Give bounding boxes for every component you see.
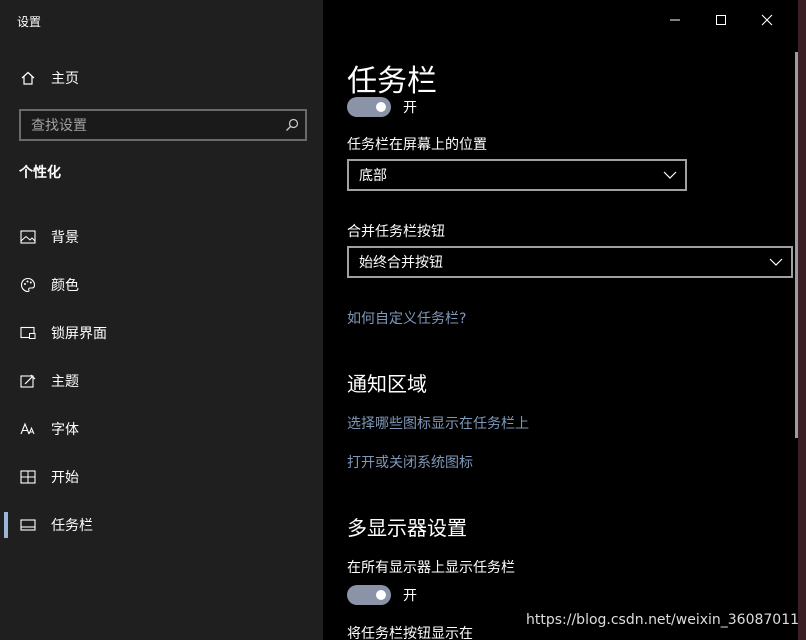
toggle-knob: [376, 102, 386, 112]
customize-taskbar-link[interactable]: 如何自定义任务栏?: [347, 308, 466, 328]
sidebar-item-colors[interactable]: 颜色: [0, 261, 323, 309]
notification-area-heading: 通知区域: [347, 372, 427, 396]
watermark: https://blog.csdn.net/weixin_36087011: [526, 612, 800, 628]
window-controls: [652, 0, 790, 40]
start-icon: [19, 468, 37, 486]
combine-label: 合并任务栏按钮: [347, 224, 445, 240]
sidebar-item-label: 任务栏: [51, 518, 93, 534]
position-dropdown[interactable]: 底部: [347, 159, 687, 191]
window-right-edge: [798, 0, 806, 640]
home-icon: [17, 67, 39, 89]
theme-icon: [19, 372, 37, 390]
sidebar-item-label: 颜色: [51, 278, 79, 294]
search-input[interactable]: 查找设置: [21, 115, 279, 135]
combine-dropdown[interactable]: 始终合并按钮: [347, 246, 793, 278]
taskbar-toggle-row: 开: [347, 97, 417, 117]
sidebar-item-label: 背景: [51, 230, 79, 246]
taskbar-icon: [19, 516, 37, 534]
sidebar: 设置 主页 查找设置 个性化 背景 颜色 锁屏界面 主题 字体 开始 任务栏: [0, 0, 323, 640]
taskbar-toggle[interactable]: [347, 97, 391, 117]
multi-display-toggle[interactable]: [347, 585, 391, 605]
section-title: 个性化: [19, 165, 61, 181]
sidebar-item-lockscreen[interactable]: 锁屏界面: [0, 309, 323, 357]
sidebar-nav: 背景 颜色 锁屏界面 主题 字体 开始 任务栏: [0, 213, 323, 549]
sidebar-item-background[interactable]: 背景: [0, 213, 323, 261]
main-content: 任务栏 开 任务栏在屏幕上的位置 底部 合并任务栏按钮 始终合并按钮 如何自定义…: [323, 0, 798, 640]
search-box[interactable]: 查找设置: [19, 109, 307, 141]
lock-screen-icon: [19, 324, 37, 342]
page-title: 任务栏: [347, 64, 437, 99]
maximize-icon: [715, 11, 727, 30]
multi-display-heading: 多显示器设置: [347, 516, 467, 540]
minimize-button[interactable]: [652, 0, 698, 40]
close-button[interactable]: [744, 0, 790, 40]
home-nav-item[interactable]: 主页: [17, 64, 307, 92]
toggle-state-label: 开: [403, 100, 417, 116]
position-dropdown-value: 底部: [359, 168, 387, 184]
select-icons-link[interactable]: 选择哪些图标显示在任务栏上: [347, 413, 529, 433]
position-label: 任务栏在屏幕上的位置: [347, 137, 487, 153]
sidebar-item-label: 开始: [51, 470, 79, 486]
chevron-down-icon: [761, 258, 791, 266]
toggle-knob: [376, 590, 386, 600]
picture-icon: [19, 228, 37, 246]
sidebar-item-taskbar[interactable]: 任务栏: [0, 501, 323, 549]
multi-display-toggle-row: 开: [347, 585, 417, 605]
sidebar-item-label: 主题: [51, 374, 79, 390]
show-buttons-on-label: 将任务栏按钮显示在: [347, 626, 473, 640]
palette-icon: [19, 276, 37, 294]
search-icon[interactable]: [279, 112, 305, 138]
minimize-icon: [669, 11, 681, 30]
sidebar-item-themes[interactable]: 主题: [0, 357, 323, 405]
system-icons-link[interactable]: 打开或关闭系统图标: [347, 452, 473, 472]
sidebar-item-label: 锁屏界面: [51, 326, 107, 342]
sidebar-item-start[interactable]: 开始: [0, 453, 323, 501]
show-all-displays-label: 在所有显示器上显示任务栏: [347, 560, 515, 576]
sidebar-item-fonts[interactable]: 字体: [0, 405, 323, 453]
home-label: 主页: [51, 71, 79, 87]
chevron-down-icon: [655, 171, 685, 179]
combine-dropdown-value: 始终合并按钮: [359, 255, 443, 271]
toggle-state-label: 开: [403, 588, 417, 604]
close-icon: [761, 11, 773, 30]
font-icon: [19, 420, 37, 438]
maximize-button[interactable]: [698, 0, 744, 40]
sidebar-item-label: 字体: [51, 422, 79, 438]
app-title: 设置: [17, 15, 42, 29]
